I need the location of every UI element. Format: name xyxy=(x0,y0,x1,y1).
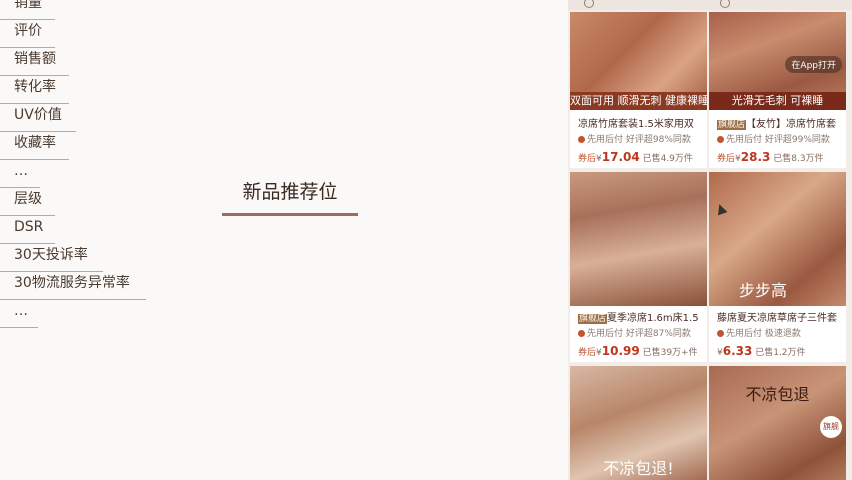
product-image-caption: 不凉包退 xyxy=(745,386,810,404)
metric-item: 销售额 xyxy=(0,48,69,76)
product-card[interactable]: 旗舰店夏季凉席1.6m床1.5 先用后付 好评超87%同款 券后¥10.99 已… xyxy=(570,172,707,362)
product-image[interactable] xyxy=(570,172,707,306)
product-card[interactable]: 步步高 藤席夏天凉席草席子三件套 先用后付 极速退款 ¥6.33 已售1.2万件 xyxy=(709,172,846,362)
product-image[interactable]: 双面可用 顺滑无刺 健康裸睡 xyxy=(570,12,707,110)
product-image[interactable]: 不凉包退 旗舰 xyxy=(709,366,846,480)
product-title[interactable]: 旗舰店【友竹】凉席竹席套 xyxy=(717,118,842,132)
product-price: ¥6.33 已售1.2万件 xyxy=(717,344,806,358)
pay-later-icon xyxy=(578,330,585,337)
radio-icon xyxy=(584,0,594,8)
metric-item: 30物流服务异常率 xyxy=(0,272,146,300)
product-price: 券后¥10.99 已售39万+件 xyxy=(578,344,698,358)
brand-badge: 旗舰 xyxy=(820,416,842,438)
product-image-caption: 光滑无毛刺 可裸睡 xyxy=(709,92,846,110)
metric-item: 销量 xyxy=(0,0,55,20)
metric-item: DSR xyxy=(0,216,55,244)
metric-item: 转化率 xyxy=(0,76,69,104)
product-meta: 先用后付 好评超87%同款 xyxy=(578,328,703,340)
product-meta: 先用后付 好评超98%同款 xyxy=(578,134,703,146)
product-title[interactable]: 旗舰店夏季凉席1.6m床1.5 xyxy=(578,312,703,326)
product-card[interactable]: 双面可用 顺滑无刺 健康裸睡 凉席竹席套装1.5米家用双 先用后付 好评超98%… xyxy=(570,12,707,168)
metric-item: 收藏率 xyxy=(0,132,69,160)
product-image-caption: 不凉包退! xyxy=(603,460,674,478)
product-title[interactable]: 藤席夏天凉席草席子三件套 xyxy=(717,312,842,326)
product-card[interactable]: 不凉包退! xyxy=(570,366,707,480)
product-image[interactable]: 在App打开 光滑无毛刺 可裸睡 xyxy=(709,12,846,110)
product-meta: 先用后付 好评超99%同款 xyxy=(717,134,842,146)
product-card[interactable]: 在App打开 光滑无毛刺 可裸睡 旗舰店【友竹】凉席竹席套 先用后付 好评超99… xyxy=(709,12,846,168)
product-card[interactable]: 不凉包退 旗舰 xyxy=(709,366,846,480)
metric-item: 评价 xyxy=(0,20,55,48)
page-title: 新品推荐位 xyxy=(222,178,358,216)
product-image-caption: 双面可用 顺滑无刺 健康裸睡 xyxy=(570,92,707,110)
metric-item: … xyxy=(0,160,40,188)
product-price: 券后¥28.3 已售8.3万件 xyxy=(717,150,824,164)
product-price: 券后¥17.04 已售4.9万件 xyxy=(578,150,693,164)
top-strip xyxy=(568,0,852,10)
product-image-caption: 步步高 xyxy=(739,282,788,300)
product-image[interactable]: 不凉包退! xyxy=(570,366,707,480)
metric-item: 层级 xyxy=(0,188,55,216)
metric-item: 30天投诉率 xyxy=(0,244,103,272)
product-image[interactable]: 步步高 xyxy=(709,172,846,306)
product-meta: 先用后付 极速退款 xyxy=(717,328,842,340)
metric-item: UV价值 xyxy=(0,104,76,132)
metric-item: … xyxy=(0,300,38,328)
product-grid: 双面可用 顺滑无刺 健康裸睡 凉席竹席套装1.5米家用双 先用后付 好评超98%… xyxy=(568,0,852,480)
radio-icon xyxy=(720,0,730,8)
pay-later-icon xyxy=(717,136,724,143)
open-in-app-button[interactable]: 在App打开 xyxy=(785,56,842,73)
pay-later-icon xyxy=(578,136,585,143)
pay-later-icon xyxy=(717,330,724,337)
product-title[interactable]: 凉席竹席套装1.5米家用双 xyxy=(578,118,703,132)
